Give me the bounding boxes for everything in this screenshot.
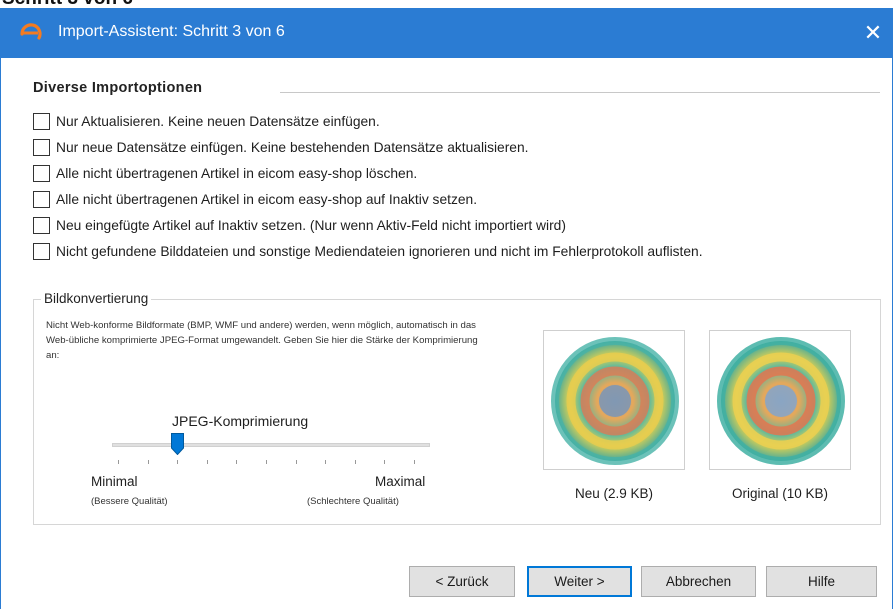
image-conversion-description: Nicht Web-konforme Bildformate (BMP, WMF…	[46, 320, 478, 361]
compression-slider-thumb[interactable]	[171, 433, 185, 455]
checkbox[interactable]	[33, 112, 50, 130]
option-ignore-missing-media[interactable]: Nicht gefundene Bilddateien und sonstige…	[33, 238, 703, 264]
option-label: Nicht gefundene Bilddateien und sonstige…	[56, 243, 703, 259]
slider-tick	[354, 460, 356, 464]
slider-tick	[384, 460, 386, 464]
slider-min-sublabel: (Bessere Qualität)	[91, 496, 168, 507]
option-label: Nur neue Datensätze einfügen. Keine best…	[56, 139, 529, 155]
slider-max-label: Maximal	[375, 474, 426, 489]
option-label: Alle nicht übertragenen Artikel in eicom…	[56, 165, 418, 181]
original-preview-image-icon	[717, 337, 845, 465]
option-label: Nur Aktualisieren. Keine neuen Datensätz…	[56, 113, 380, 129]
page-heading-text: Schritt 3 von 6	[2, 0, 133, 8]
options-list: Nur Aktualisieren. Keine neuen Datensätz…	[33, 108, 703, 264]
preview-new-caption: Neu (2.9 KB)	[574, 486, 654, 501]
checkbox[interactable]	[33, 242, 50, 260]
option-insert-only[interactable]: Nur neue Datensätze einfügen. Keine best…	[33, 134, 703, 160]
preview-original-caption: Original (10 KB)	[731, 486, 829, 501]
compression-slider-track[interactable]	[112, 443, 430, 447]
cancel-button[interactable]: Abbrechen	[641, 566, 756, 597]
app-logo-icon	[20, 23, 42, 40]
checkbox[interactable]	[33, 216, 50, 234]
slider-max-sublabel: (Schlechtere Qualität)	[307, 496, 399, 507]
option-new-inactive[interactable]: Neu eingefügte Artikel auf Inaktiv setze…	[33, 212, 703, 238]
slider-label: JPEG-Komprimierung	[172, 413, 309, 429]
checkbox[interactable]	[33, 138, 50, 156]
help-button[interactable]: Hilfe	[766, 566, 877, 597]
slider-min-label: Minimal	[91, 474, 138, 489]
title-bar: Import-Assistent: Schritt 3 von 6 ✕	[0, 8, 893, 58]
next-button[interactable]: Weiter >	[527, 566, 632, 597]
slider-tick	[147, 460, 149, 464]
section-divider	[280, 92, 880, 93]
options-section-title: Diverse Importoptionen	[33, 80, 203, 96]
preview-original-image	[709, 330, 851, 470]
slider-tick	[414, 460, 415, 464]
options-section-header: Diverse Importoptionen	[33, 80, 202, 96]
option-label: Neu eingefügte Artikel auf Inaktiv setze…	[56, 217, 566, 233]
close-icon: ✕	[863, 20, 883, 45]
page-heading-fragment: Schritt 3 von 6	[0, 0, 893, 8]
option-delete-missing[interactable]: Alle nicht übertragenen Artikel in eicom…	[33, 160, 703, 186]
compressed-preview-image-icon	[551, 337, 679, 465]
back-button[interactable]: < Zurück	[409, 566, 515, 597]
window-title: Import-Assistent: Schritt 3 von 6	[58, 23, 285, 40]
preview-new-image	[543, 330, 685, 470]
option-label: Alle nicht übertragenen Artikel in eicom…	[56, 191, 478, 207]
slider-tick	[325, 460, 327, 464]
slider-tick	[177, 460, 179, 464]
slider-tick	[295, 460, 297, 464]
slider-tick	[266, 460, 267, 464]
option-update-only[interactable]: Nur Aktualisieren. Keine neuen Datensätz…	[33, 108, 703, 134]
checkbox[interactable]	[33, 164, 50, 182]
slider-ticks	[118, 460, 430, 466]
slider-tick	[118, 460, 119, 464]
slider-tick	[206, 460, 208, 464]
image-conversion-title: Bildkonvertierung	[41, 291, 152, 306]
checkbox[interactable]	[33, 190, 50, 208]
slider-tick	[236, 460, 238, 464]
close-button[interactable]: ✕	[853, 8, 893, 58]
option-deactivate-missing[interactable]: Alle nicht übertragenen Artikel in eicom…	[33, 186, 703, 212]
